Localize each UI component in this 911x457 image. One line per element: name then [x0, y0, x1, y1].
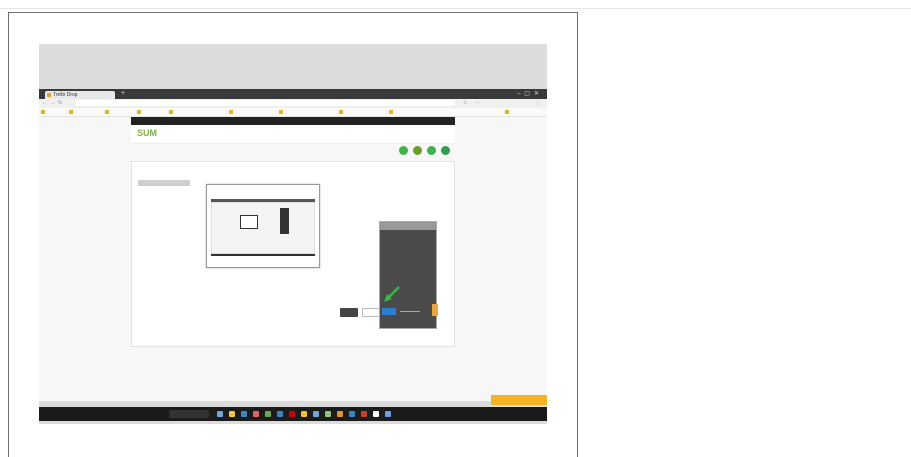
- site-logo[interactable]: SUM: [137, 128, 157, 138]
- floating-button[interactable]: [491, 395, 547, 405]
- bookmark-item[interactable]: [105, 109, 111, 115]
- site-header: SUM: [131, 125, 455, 144]
- bookmark-item[interactable]: [505, 109, 511, 115]
- help-icon[interactable]: [441, 146, 450, 155]
- phone-blue-button[interactable]: [382, 308, 396, 315]
- taskbar-search[interactable]: [169, 410, 209, 418]
- back-icon[interactable]: ←: [42, 100, 47, 107]
- extensions-icon[interactable]: ⋯: [475, 100, 480, 107]
- phone-orange-tab[interactable]: [432, 304, 438, 316]
- preview-dialog: [206, 184, 320, 268]
- bookmarks-bar: [39, 108, 547, 117]
- dialog-dark-block: [280, 208, 289, 234]
- app-icon[interactable]: [301, 411, 307, 417]
- app-icon[interactable]: [337, 411, 343, 417]
- forward-icon[interactable]: →: [50, 100, 55, 107]
- user-icon[interactable]: [427, 146, 436, 155]
- phone-preview: [379, 221, 438, 329]
- cancel-button[interactable]: [362, 308, 380, 317]
- bookmark-item[interactable]: [137, 109, 143, 115]
- app-icon[interactable]: [313, 411, 319, 417]
- app-icon[interactable]: [241, 411, 247, 417]
- new-tab-icon[interactable]: +: [121, 89, 125, 99]
- bookmark-item[interactable]: [339, 109, 345, 115]
- menu-icon[interactable]: ⋮: [535, 100, 540, 107]
- app-icon[interactable]: [385, 411, 391, 417]
- title-row: [131, 143, 455, 159]
- bookmark-item[interactable]: [69, 109, 75, 115]
- favicon-icon: [47, 93, 51, 97]
- app-icon[interactable]: [325, 411, 331, 417]
- app-icon[interactable]: [373, 411, 379, 417]
- bookmark-item[interactable]: [279, 109, 285, 115]
- site-top-bar: [131, 117, 455, 125]
- folder-icon[interactable]: [229, 411, 235, 417]
- browser-window: Trello Drop + –▢✕ ← → ↻ ☆ ⋯ ⋮ SUM: [39, 89, 547, 421]
- window-controls[interactable]: –▢✕: [517, 89, 543, 99]
- app-icon[interactable]: [265, 411, 271, 417]
- browser-tab[interactable]: Trello Drop: [45, 91, 115, 99]
- tab-bar: Trello Drop + –▢✕: [39, 89, 547, 99]
- app-icon[interactable]: [361, 411, 367, 417]
- app-icon[interactable]: [253, 411, 259, 417]
- app-icon[interactable]: [277, 411, 283, 417]
- reload-icon[interactable]: ↻: [58, 100, 62, 107]
- side-menu: [138, 174, 196, 186]
- star-icon[interactable]: ☆: [463, 100, 467, 107]
- save-button[interactable]: [340, 308, 358, 317]
- phone-status-bar: [380, 222, 436, 230]
- app-icon[interactable]: [349, 411, 355, 417]
- dialog-thumbnail: [240, 215, 258, 229]
- top-strip: [0, 0, 911, 9]
- screenshot-frame: Trello Drop + –▢✕ ← → ↻ ☆ ⋯ ⋮ SUM: [8, 12, 578, 457]
- bookmark-item[interactable]: [41, 109, 47, 115]
- tab-title: Trello Drop: [53, 92, 78, 98]
- app-icon[interactable]: [217, 411, 223, 417]
- side-menu-button[interactable]: [138, 180, 190, 186]
- os-taskbar: [39, 407, 547, 421]
- embedded-screenshot: Trello Drop + –▢✕ ← → ↻ ☆ ⋯ ⋮ SUM: [39, 44, 547, 424]
- cart-icon[interactable]: [413, 146, 422, 155]
- dialog-footer: [211, 254, 315, 256]
- app-icon[interactable]: [289, 411, 295, 417]
- bookmark-item[interactable]: [389, 109, 395, 115]
- status-circle-icon[interactable]: [399, 146, 408, 155]
- dialog-content: [211, 202, 315, 254]
- arrow-icon: [384, 286, 400, 302]
- url-field[interactable]: [75, 100, 455, 106]
- phone-divider: [400, 311, 420, 312]
- bookmark-item[interactable]: [169, 109, 175, 115]
- bookmark-item[interactable]: [229, 109, 235, 115]
